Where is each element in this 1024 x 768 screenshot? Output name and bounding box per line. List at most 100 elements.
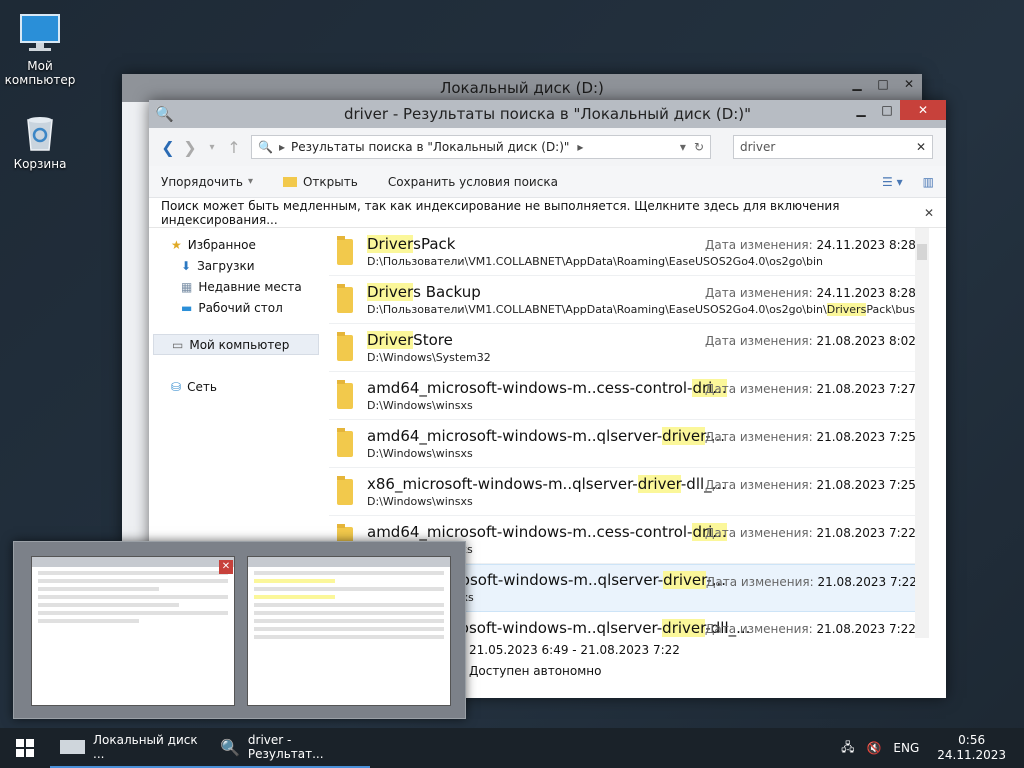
window-titlebar[interactable]: 🔍 driver - Результаты поиска в "Локальны… xyxy=(149,100,946,128)
thumbnail-search-results[interactable] xyxy=(247,556,451,706)
result-path: D:\Пользователи\VM1.COLLABNET\AppData\Ro… xyxy=(367,302,926,316)
close-icon[interactable]: ✕ xyxy=(924,206,934,220)
result-row[interactable]: amd64_microsoft-windows-m..qlserver-driv… xyxy=(329,420,929,468)
clock[interactable]: 0:56 24.11.2023 xyxy=(937,733,1006,763)
preview-pane-icon[interactable]: ▥ xyxy=(923,175,934,189)
close-button[interactable]: ✕ xyxy=(896,74,922,94)
taskbar-thumbnail-preview: ✕ xyxy=(13,541,466,719)
back-arrow-icon[interactable]: ❮ xyxy=(157,138,179,157)
taskbar-item-local-disk[interactable]: Локальный диск ... xyxy=(50,728,210,768)
recycle-bin-icon xyxy=(27,117,53,151)
navigation-bar: ❮ ❯ ▾ ↑ 🔍 ▸ Результаты поиска в "Локальн… xyxy=(149,128,946,166)
nav-label: Сеть xyxy=(187,379,217,394)
folder-icon xyxy=(337,475,353,505)
result-row[interactable]: DriverStore D:\Windows\System32 Дата измен… xyxy=(329,324,929,372)
nav-item-desktop[interactable]: ▬ Рабочий стол xyxy=(153,297,319,318)
result-date: Дата изменения: 21.08.2023 7:22 xyxy=(705,622,916,636)
taskbar-item-label: driver - Результат... xyxy=(247,733,324,761)
result-row[interactable]: x86_microsoft-windows-m..qlserver-driver… xyxy=(329,468,929,516)
thumbnail-local-disk[interactable] xyxy=(31,556,235,706)
result-path: D:\Windows\System32 xyxy=(367,350,491,364)
clock-date: 24.11.2023 xyxy=(937,748,1006,762)
up-arrow-icon[interactable]: ↑ xyxy=(223,138,245,157)
language-indicator[interactable]: ENG xyxy=(893,741,919,755)
close-button[interactable]: ✕ xyxy=(900,100,946,120)
start-button[interactable] xyxy=(0,728,50,768)
download-arrow-icon: ⬇ xyxy=(181,258,192,273)
result-path: D:\Windows\winsxs xyxy=(367,398,473,412)
maximize-button[interactable]: □ xyxy=(870,74,896,94)
recent-places-icon: ▦ xyxy=(181,279,193,294)
desktop-icon-label: Мой компьютер xyxy=(4,59,76,87)
indexing-info-bar[interactable]: Поиск может быть медленным, так как инде… xyxy=(149,198,946,228)
nav-label: Рабочий стол xyxy=(198,300,283,315)
nav-item-downloads[interactable]: ⬇ Загрузки xyxy=(153,255,319,276)
taskbar: Локальный диск ... 🔍 driver - Результат.… xyxy=(0,728,1024,768)
computer-icon: ▭ xyxy=(172,337,184,352)
clear-search-icon[interactable]: ✕ xyxy=(916,140,926,154)
chevron-right-icon[interactable]: ▸ xyxy=(577,140,583,154)
dropdown-icon: ▾ xyxy=(247,176,253,187)
organize-button[interactable]: Упорядочить ▾ xyxy=(161,175,253,189)
refresh-icon[interactable]: ↻ xyxy=(694,140,704,154)
desktop-icon-computer[interactable]: Мой компьютер xyxy=(0,12,80,87)
result-row[interactable]: Drivers Backup D:\Пользователи\VM1.COLLAB… xyxy=(329,276,929,324)
nav-item-favorites[interactable]: ★ Избранное xyxy=(153,234,319,255)
open-button[interactable]: Открыть xyxy=(282,174,358,189)
desktop-icon: ▬ xyxy=(181,300,193,315)
folder-icon xyxy=(337,235,353,265)
vertical-scrollbar[interactable] xyxy=(915,228,929,638)
computer-icon xyxy=(20,14,60,51)
network-status-icon[interactable]: 🖧 xyxy=(841,738,854,759)
desktop-icon-recycle-bin[interactable]: Корзина xyxy=(0,112,80,171)
save-search-button[interactable]: Сохранить условия поиска xyxy=(388,175,558,189)
result-date: Дата изменения: 24.11.2023 8:28 xyxy=(705,238,916,252)
drive-icon xyxy=(60,740,85,754)
folder-icon xyxy=(337,283,353,313)
nav-item-network[interactable]: ⛁ Сеть xyxy=(153,376,319,397)
nav-label: Загрузки xyxy=(197,258,255,273)
search-icon: 🔍 xyxy=(155,105,174,123)
details-availability: Доступен автономно xyxy=(469,664,602,678)
search-icon: 🔍 xyxy=(258,140,273,154)
nav-item-computer[interactable]: ▭ Мой компьютер xyxy=(153,334,319,355)
details-date-range: 21.05.2023 6:49 - 21.08.2023 7:22 xyxy=(469,643,680,657)
taskbar-item-search[interactable]: 🔍 driver - Результат... xyxy=(210,728,370,768)
windows-logo-icon xyxy=(16,739,34,757)
search-input[interactable]: driver ✕ xyxy=(733,135,933,159)
save-search-label: Сохранить условия поиска xyxy=(387,174,558,189)
clock-time: 0:56 xyxy=(958,733,986,747)
volume-muted-icon[interactable]: 🔇 xyxy=(866,741,881,755)
organize-label: Упорядочить xyxy=(161,174,243,189)
nav-label: Мой компьютер xyxy=(189,337,290,352)
desktop: Мой компьютер Корзина Локальный диск (D:… xyxy=(0,0,1024,768)
open-label: Открыть xyxy=(302,174,358,189)
search-value: driver xyxy=(740,140,776,154)
address-text: Результаты поиска в "Локальный диск (D:)… xyxy=(290,140,570,154)
forward-arrow-icon[interactable]: ❯ xyxy=(179,138,201,157)
recent-dropdown-icon[interactable]: ▾ xyxy=(201,142,223,153)
result-row[interactable]: DriversPack D:\Пользователи\VM1.COLLABNET… xyxy=(329,228,929,276)
minimize-button[interactable]: ▁ xyxy=(844,74,870,94)
result-date: Дата изменения: 21.08.2023 7:22 xyxy=(705,526,916,540)
result-date: Дата изменения: 21.08.2023 7:25 xyxy=(705,430,916,444)
nav-item-recent[interactable]: ▦ Недавние места xyxy=(153,276,319,297)
taskbar-item-label: Локальный диск ... xyxy=(93,733,198,761)
desktop-icon-label: Корзина xyxy=(13,157,67,171)
scrollbar-thumb[interactable] xyxy=(917,244,927,260)
result-path: D:\Windows\winsxs xyxy=(367,494,473,508)
result-date: Дата изменения: 21.08.2023 7:22 xyxy=(706,575,917,589)
minimize-button[interactable]: ▁ xyxy=(848,100,874,120)
window-titlebar[interactable]: Локальный диск (D:) ▁ □ ✕ xyxy=(122,74,922,102)
dropdown-icon[interactable]: ▾ xyxy=(680,140,686,154)
view-options-icon[interactable]: ☰ ▾ xyxy=(882,175,903,189)
star-icon: ★ xyxy=(171,237,182,252)
info-message: Поиск может быть медленным, так как инде… xyxy=(161,198,840,227)
window-title: Локальный диск (D:) xyxy=(440,79,604,97)
nav-label: Избранное xyxy=(187,237,256,252)
maximize-button[interactable]: □ xyxy=(874,100,900,120)
result-path: D:\Пользователи\VM1.COLLABNET\AppData\Ro… xyxy=(367,254,824,268)
address-bar[interactable]: 🔍 ▸ Результаты поиска в "Локальный диск … xyxy=(251,135,711,159)
close-icon[interactable]: ✕ xyxy=(219,560,233,574)
result-row[interactable]: amd64_microsoft-windows-m..cess-control-… xyxy=(329,372,929,420)
